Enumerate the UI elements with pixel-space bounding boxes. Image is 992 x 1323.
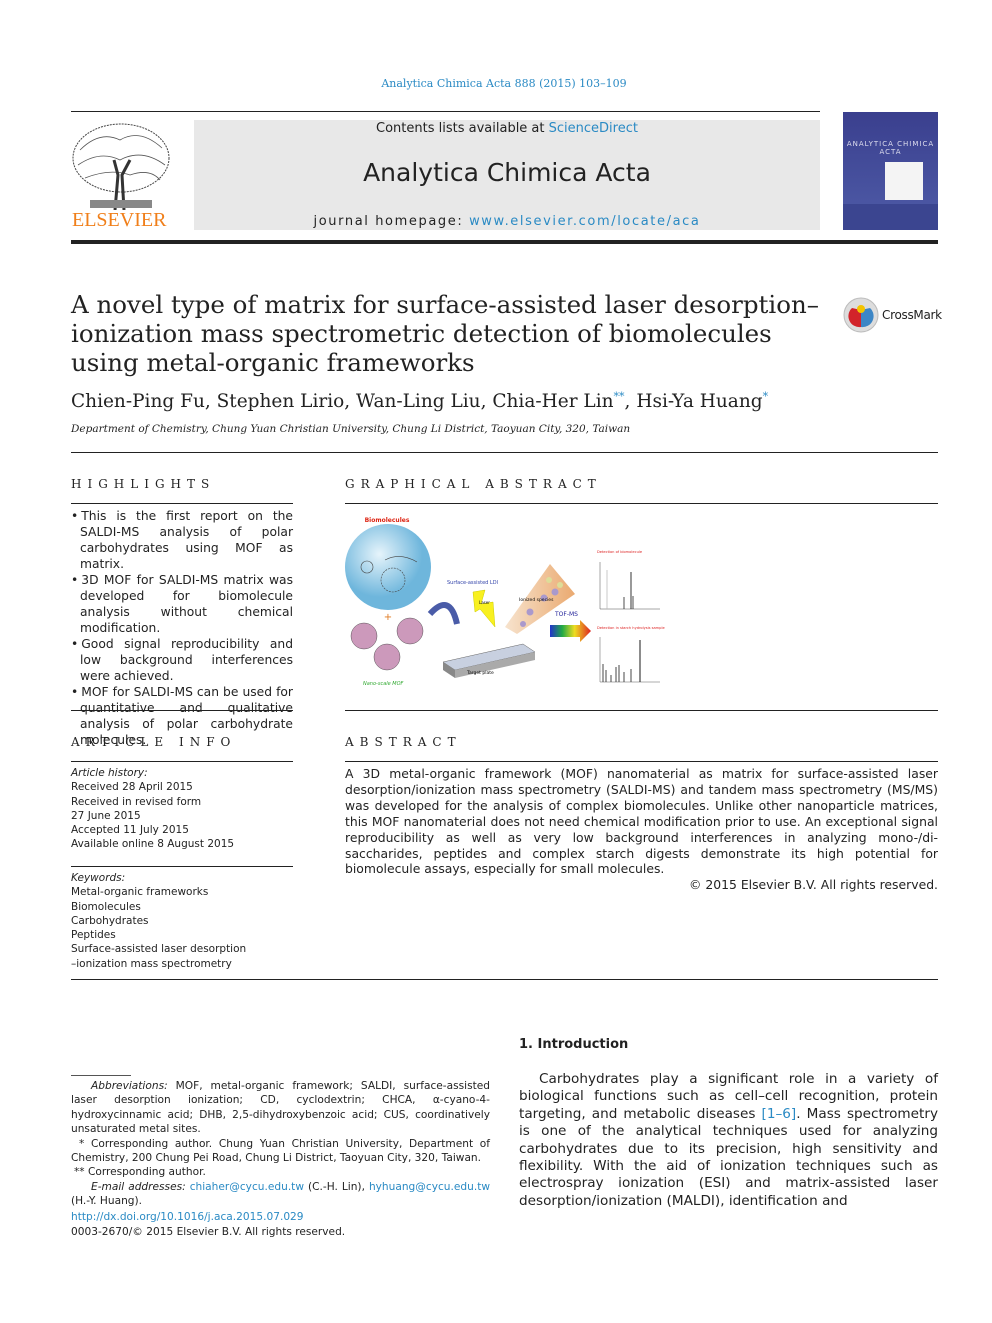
keyword: –ionization mass spectrometry [71, 957, 232, 970]
highlights-heading: HIGHLIGHTS [71, 477, 216, 491]
divider [71, 710, 293, 711]
label-detection-biomolecule: Detection of biomolecule [597, 550, 643, 554]
author-list: Chien-Ping Fu, Stephen Lirio, Wan-Ling L… [71, 390, 769, 413]
header-rule [71, 111, 820, 112]
affiliation: Department of Chemistry, Chung Yuan Chri… [71, 423, 631, 435]
spectrum-1 [599, 562, 660, 610]
label-tofms: TOF-MS [554, 611, 578, 618]
author-footnote-mark[interactable]: * [763, 390, 769, 403]
mof-sphere [345, 524, 431, 610]
homepage-line: journal homepage: www.elsevier.com/locat… [313, 214, 701, 229]
label-saldi: Surface-assisted LDI [447, 580, 498, 586]
abstract-copyright: © 2015 Elsevier B.V. All rights reserved… [689, 877, 938, 893]
sciencedirect-link[interactable]: ScienceDirect [549, 121, 638, 136]
journal-reference[interactable]: Analytica Chimica Acta 888 (2015) 103–10… [0, 77, 992, 90]
label-biomolecules: Biomolecules [365, 517, 410, 524]
keyword: Peptides [71, 929, 116, 942]
contents-line: Contents lists available at ScienceDirec… [376, 121, 638, 136]
tree-icon [72, 123, 170, 211]
article-title: A novel type of matrix for surface-assis… [71, 290, 819, 377]
keyword: Biomolecules [71, 900, 141, 913]
divider [71, 979, 938, 980]
spectrum-2 [599, 637, 660, 683]
label-nano-mof: Nano-scale MOF [363, 681, 404, 687]
article-info-heading: ARTICLE INFO [71, 735, 237, 749]
divider [71, 503, 293, 504]
abstract-body: A 3D metal-organic framework (MOF) nanom… [345, 766, 938, 893]
label-target-plate: Target plate [466, 670, 494, 676]
crossmark-badge[interactable]: CrossMark [842, 296, 942, 336]
masthead-thick-rule [71, 240, 938, 244]
highlight-item: Good signal reproducibility and low back… [71, 636, 293, 684]
author-footnote-mark[interactable]: ** [614, 390, 625, 403]
elsevier-logo: ELSEVIER [70, 120, 172, 232]
citation-link[interactable]: [1–6] [762, 1106, 797, 1122]
crossmark-icon [843, 297, 879, 333]
label-detection-starch: Detection in starch hydrolysis sample [597, 626, 665, 630]
divider [71, 452, 938, 453]
email-link[interactable]: hyhuang@cycu.edu.tw [369, 1181, 490, 1193]
keyword: Carbohydrates [71, 914, 149, 927]
laser-bolt-icon [472, 589, 496, 628]
footnotes: Abbreviations: MOF, metal-organic framew… [71, 1080, 491, 1208]
curved-arrow-icon [427, 602, 460, 625]
divider [345, 761, 938, 762]
rainbow-arrow-icon [550, 620, 591, 642]
doi-link[interactable]: http://dx.doi.org/10.1016/j.aca.2015.07.… [71, 1211, 304, 1223]
footnote-rule [71, 1075, 131, 1076]
keyword: Metal-organic frameworks [71, 886, 209, 899]
label-ionized-species: Ionized species [519, 597, 554, 603]
doi-block: http://dx.doi.org/10.1016/j.aca.2015.07.… [71, 1211, 346, 1238]
highlight-item: This is the first report on the SALDI-MS… [71, 508, 293, 572]
article-history: Article history: Received 28 April 2015 … [71, 767, 235, 851]
graphical-abstract-heading: GRAPHICAL ABSTRACT [345, 477, 602, 491]
keywords: Keywords: Metal-organic frameworks Biomo… [71, 872, 247, 970]
introduction-body: Carbohydrates play a significant role in… [519, 1071, 938, 1209]
divider [345, 710, 938, 711]
plus-icon: + [384, 612, 392, 623]
label-laser: Laser [479, 600, 490, 605]
journal-masthead: Contents lists available at ScienceDirec… [194, 120, 820, 230]
keyword: Surface-assisted laser desorption [71, 943, 247, 956]
email-link[interactable]: chiaher@cycu.edu.tw [190, 1181, 304, 1193]
homepage-link[interactable]: www.elsevier.com/locate/aca [469, 214, 700, 229]
introduction-heading: 1. Introduction [519, 1037, 629, 1052]
divider [71, 866, 293, 867]
journal-title: Analytica Chimica Acta [363, 158, 651, 187]
abstract-heading: ABSTRACT [345, 735, 462, 749]
highlights-list: This is the first report on the SALDI-MS… [71, 508, 293, 748]
journal-cover: ANALYTICA CHIMICA ACTA [843, 112, 938, 230]
divider [345, 503, 938, 504]
highlight-item: 3D MOF for SALDI-MS matrix was developed… [71, 572, 293, 636]
divider [71, 761, 293, 762]
graphical-abstract-figure: Biomolecules + Nano-scale MOF Surface-as… [345, 517, 665, 687]
